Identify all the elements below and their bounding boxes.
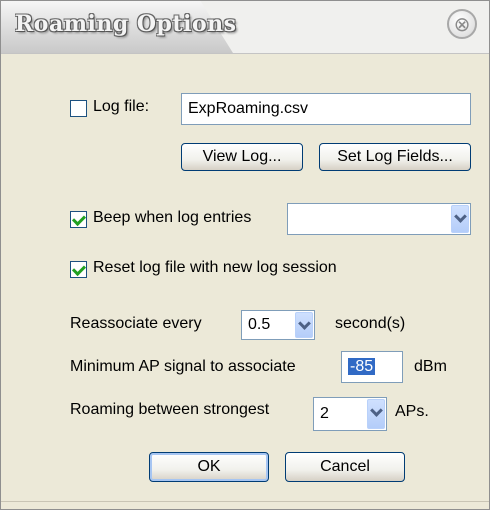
ok-button[interactable]: OK: [149, 452, 269, 482]
close-button[interactable]: ⊗: [447, 9, 477, 39]
bottom-edge: [1, 501, 489, 502]
chevron-down-icon[interactable]: [367, 399, 385, 429]
roaming-combo[interactable]: 2: [313, 397, 387, 431]
reassociate-unit: second(s): [335, 315, 406, 332]
beep-label: Beep when log entries: [93, 209, 252, 226]
roaming-options-dialog: Roaming Options ⊗ Log file: ExpRoaming.c…: [0, 0, 490, 510]
set-log-fields-button[interactable]: Set Log Fields...: [319, 143, 471, 171]
close-icon: ⊗: [453, 12, 471, 36]
roaming-value: 2: [320, 405, 329, 422]
roaming-label: Roaming between strongest: [70, 401, 270, 418]
cancel-button[interactable]: Cancel: [285, 452, 405, 482]
reset-log-label: Reset log file with new log session: [93, 259, 337, 276]
title-bar: Roaming Options ⊗: [1, 1, 489, 54]
min-signal-label: Minimum AP signal to associate: [70, 358, 296, 375]
chevron-down-icon[interactable]: [295, 312, 313, 338]
view-log-button[interactable]: View Log...: [181, 143, 303, 171]
min-signal-value: -85: [348, 358, 376, 375]
reassociate-label: Reassociate every: [70, 315, 202, 332]
chevron-down-icon[interactable]: [451, 205, 469, 233]
roaming-unit: APs.: [395, 403, 429, 420]
min-signal-input[interactable]: -85: [341, 351, 403, 383]
beep-combo[interactable]: [287, 203, 471, 235]
log-file-checkbox[interactable]: [70, 100, 87, 117]
reset-log-checkbox[interactable]: [70, 261, 87, 278]
reassociate-combo[interactable]: 0.5: [241, 310, 315, 340]
log-file-input[interactable]: ExpRoaming.csv: [181, 93, 471, 125]
reassociate-value: 0.5: [248, 316, 271, 333]
min-signal-unit: dBm: [414, 358, 447, 375]
beep-checkbox[interactable]: [70, 211, 87, 228]
dialog-title: Roaming Options: [15, 11, 237, 37]
log-file-label: Log file:: [93, 98, 150, 115]
